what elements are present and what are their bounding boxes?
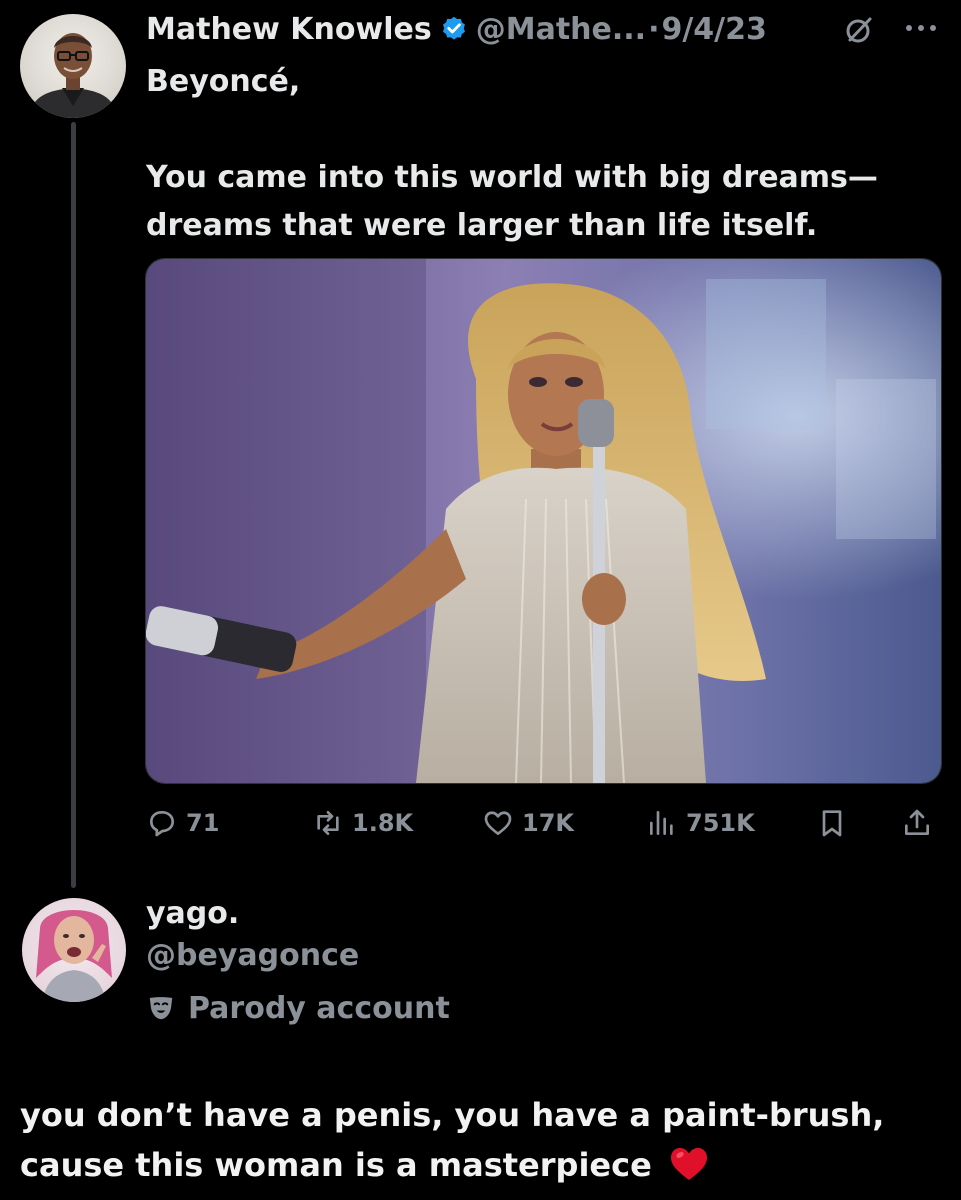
views-button[interactable]: 751K xyxy=(646,800,755,846)
tweet-body-text: Beyoncé, You came into this world with b… xyxy=(146,64,878,243)
share-icon xyxy=(905,809,929,835)
tweet-action-bar: 71 1.8K 17K 751K xyxy=(146,800,946,846)
theater-mask-icon xyxy=(149,997,173,1020)
author-handle[interactable]: @Mathe... xyxy=(476,12,646,47)
parody-account-text: Parody account xyxy=(188,990,450,1026)
repost-icon xyxy=(317,811,339,835)
meta-separator: · xyxy=(648,11,660,47)
reply-handle[interactable]: @beyagonce xyxy=(146,938,359,973)
reply-count: 71 xyxy=(186,809,220,837)
views-icon xyxy=(650,811,673,835)
bookmark-icon xyxy=(822,810,842,837)
share-button[interactable] xyxy=(901,800,933,846)
reply-button[interactable]: 71 xyxy=(146,800,219,846)
concert-photo xyxy=(146,259,941,783)
author-avatar[interactable] xyxy=(20,14,126,118)
reply-display-name[interactable]: yago. xyxy=(146,896,239,931)
red-heart-emoji-icon xyxy=(669,1146,709,1182)
repost-button[interactable]: 1.8K xyxy=(312,800,413,846)
verified-badge-icon xyxy=(440,15,468,43)
views-count: 751K xyxy=(686,809,755,837)
tweet-date[interactable]: 9/4/23 xyxy=(661,12,766,47)
parody-account-label: Parody account xyxy=(146,988,450,1028)
reply-author-avatar[interactable] xyxy=(22,898,126,1002)
reply-icon xyxy=(150,811,174,837)
like-button[interactable]: 17K xyxy=(482,800,574,846)
more-options-icon[interactable] xyxy=(903,18,939,38)
grok-icon[interactable] xyxy=(843,14,875,46)
bookmark-button[interactable] xyxy=(816,800,848,846)
caption-text: you don’t have a penis, you have a paint… xyxy=(20,1096,885,1184)
like-icon xyxy=(484,811,512,835)
like-count: 17K xyxy=(522,809,574,837)
author-avatar-image xyxy=(28,33,118,118)
author-display-name[interactable]: Mathew Knowles xyxy=(146,12,432,47)
thread-connector-line xyxy=(71,122,76,888)
meme-caption: you don’t have a penis, you have a paint… xyxy=(20,1090,950,1190)
reply-avatar-image xyxy=(36,910,112,1002)
repost-count: 1.8K xyxy=(352,809,414,837)
tweet-header: Mathew Knowles @Mathe... · 9/4/23 xyxy=(146,8,767,50)
tweet-media-photo[interactable] xyxy=(145,258,942,784)
